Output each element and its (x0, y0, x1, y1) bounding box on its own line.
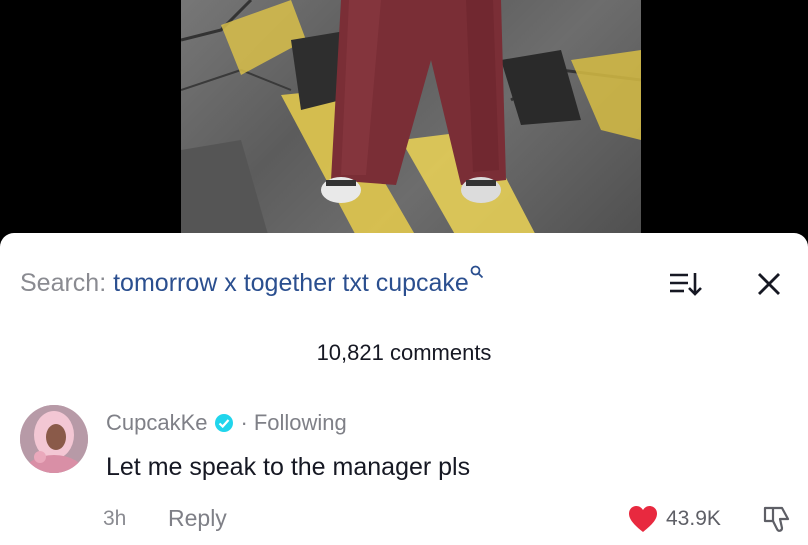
reply-button[interactable]: Reply (168, 505, 227, 532)
comment-text: Let me speak to the manager pls (106, 453, 471, 481)
dislike-button[interactable] (762, 504, 792, 534)
close-comments-button[interactable] (752, 267, 786, 301)
follow-status: Following (253, 410, 347, 435)
search-prefix-label: Search: (20, 268, 114, 297)
close-icon (758, 273, 780, 295)
sort-comments-button[interactable] (668, 269, 704, 299)
comment-time: 3h (103, 507, 127, 530)
meta-separator: · (240, 410, 248, 435)
avatar[interactable] (20, 405, 88, 473)
comment-meta: CupcakKe · Following (106, 408, 347, 438)
video-player[interactable] (0, 0, 808, 245)
heart-icon (629, 506, 657, 532)
comment-count: 10,821 comments (316, 340, 492, 365)
search-icon (470, 265, 484, 284)
comments-sheet: Search: tomorrow x together txt cupcake … (0, 233, 808, 545)
like-button[interactable]: 43.9K (628, 505, 721, 533)
like-count: 43.9K (666, 507, 721, 530)
search-term-link[interactable]: tomorrow x together txt cupcake (113, 269, 469, 298)
thumbs-down-icon (763, 506, 790, 532)
sort-icon (670, 273, 702, 296)
video-frame (181, 0, 641, 245)
comment-username[interactable]: CupcakKe (106, 410, 208, 436)
verified-badge-icon (214, 414, 233, 432)
video-still-image (181, 0, 641, 245)
avatar-image (20, 405, 88, 473)
